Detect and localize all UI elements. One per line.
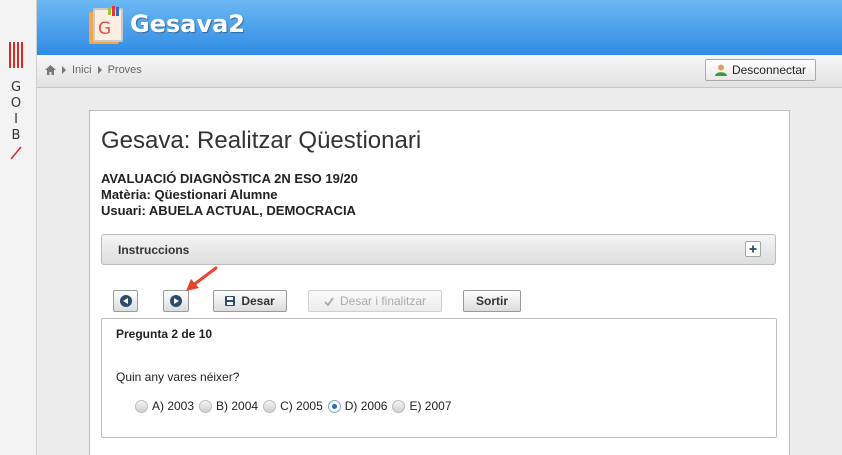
- logout-button[interactable]: Desconnectar: [705, 59, 816, 81]
- question-box: Pregunta 2 de 10 Quin any vares néixer? …: [101, 318, 777, 438]
- exit-button[interactable]: Sortir: [463, 290, 521, 312]
- answer-option-d[interactable]: D) 2006: [327, 399, 388, 413]
- checkmark-icon: [324, 296, 334, 306]
- answer-options: A) 2003 B) 2004 C) 2005 D) 2006 E) 2007: [135, 399, 457, 413]
- save-and-finish-button[interactable]: Desar i finalitzar: [308, 290, 442, 312]
- goib-logo-icon: [9, 42, 23, 68]
- goib-letters: G O I B: [9, 80, 23, 144]
- expand-plus-icon[interactable]: [745, 241, 761, 257]
- breadcrumb-separator-icon: [97, 66, 102, 74]
- annotation-arrow-icon: [186, 266, 218, 291]
- goib-letter: O: [10, 96, 22, 111]
- instructions-accordion[interactable]: Instruccions: [101, 234, 776, 265]
- app-header: G Gesava2: [37, 0, 842, 55]
- question-number: Pregunta 2 de 10: [116, 327, 213, 341]
- save-button[interactable]: Desar: [213, 290, 287, 312]
- radio-button-selected[interactable]: [327, 399, 341, 413]
- goib-letter: I: [14, 112, 18, 127]
- answer-option-b[interactable]: B) 2004: [199, 399, 258, 413]
- meta-user: Usuari: ABUELA ACTUAL, DEMOCRACIA: [101, 203, 356, 218]
- breadcrumb-bar: Inici Proves Desconnectar: [37, 55, 842, 88]
- option-label: C) 2005: [280, 399, 323, 413]
- option-label: B) 2004: [216, 399, 259, 413]
- arrow-left-icon: [119, 295, 132, 307]
- radio-button[interactable]: [392, 399, 406, 413]
- goib-letter: G: [10, 80, 22, 95]
- app-icon-letter: G: [98, 19, 111, 39]
- meta-subject: Matèria: Qüestionari Alumne: [101, 187, 278, 202]
- breadcrumb-separator-icon: [62, 66, 66, 74]
- save-label: Desar: [241, 294, 275, 308]
- questionnaire-meta: AVALUACIÓ DIAGNÒSTICA 2N ESO 19/20 Matèr…: [101, 171, 358, 219]
- user-icon: [714, 64, 727, 76]
- goib-letter: B: [11, 128, 21, 143]
- meta-evaluation: AVALUACIÓ DIAGNÒSTICA 2N ESO 19/20: [101, 171, 358, 186]
- floppy-disk-icon: [225, 296, 236, 306]
- exit-label: Sortir: [475, 294, 508, 308]
- option-label: A) 2003: [152, 399, 195, 413]
- save-and-finish-label: Desar i finalitzar: [339, 294, 427, 308]
- radio-button[interactable]: [135, 399, 148, 413]
- instructions-label: Instruccions: [118, 243, 190, 257]
- logout-label: Desconnectar: [731, 63, 807, 77]
- previous-question-button[interactable]: [113, 290, 138, 312]
- app-logo-icon: G: [89, 6, 123, 44]
- answer-option-e[interactable]: E) 2007: [392, 399, 452, 413]
- goib-sidebar: G O I B: [0, 0, 37, 455]
- breadcrumb-inici-link[interactable]: Inici: [72, 64, 92, 76]
- radio-button[interactable]: [199, 399, 213, 413]
- answer-option-a[interactable]: A) 2003: [135, 399, 194, 413]
- home-icon[interactable]: [45, 65, 56, 75]
- radio-button[interactable]: [263, 399, 277, 413]
- option-label: D) 2006: [344, 399, 388, 413]
- option-label: E) 2007: [409, 399, 452, 413]
- breadcrumb-proves-link[interactable]: Proves: [108, 64, 142, 76]
- question-text: Quin any vares néixer?: [116, 370, 240, 384]
- app-title: Gesava2: [130, 10, 245, 38]
- arrow-right-icon: [170, 295, 182, 307]
- goib-slash-icon: [10, 146, 22, 160]
- page-title: Gesava: Realitzar Qüestionari: [101, 127, 422, 154]
- breadcrumb: Inici Proves: [45, 64, 142, 76]
- answer-option-c[interactable]: C) 2005: [263, 399, 323, 413]
